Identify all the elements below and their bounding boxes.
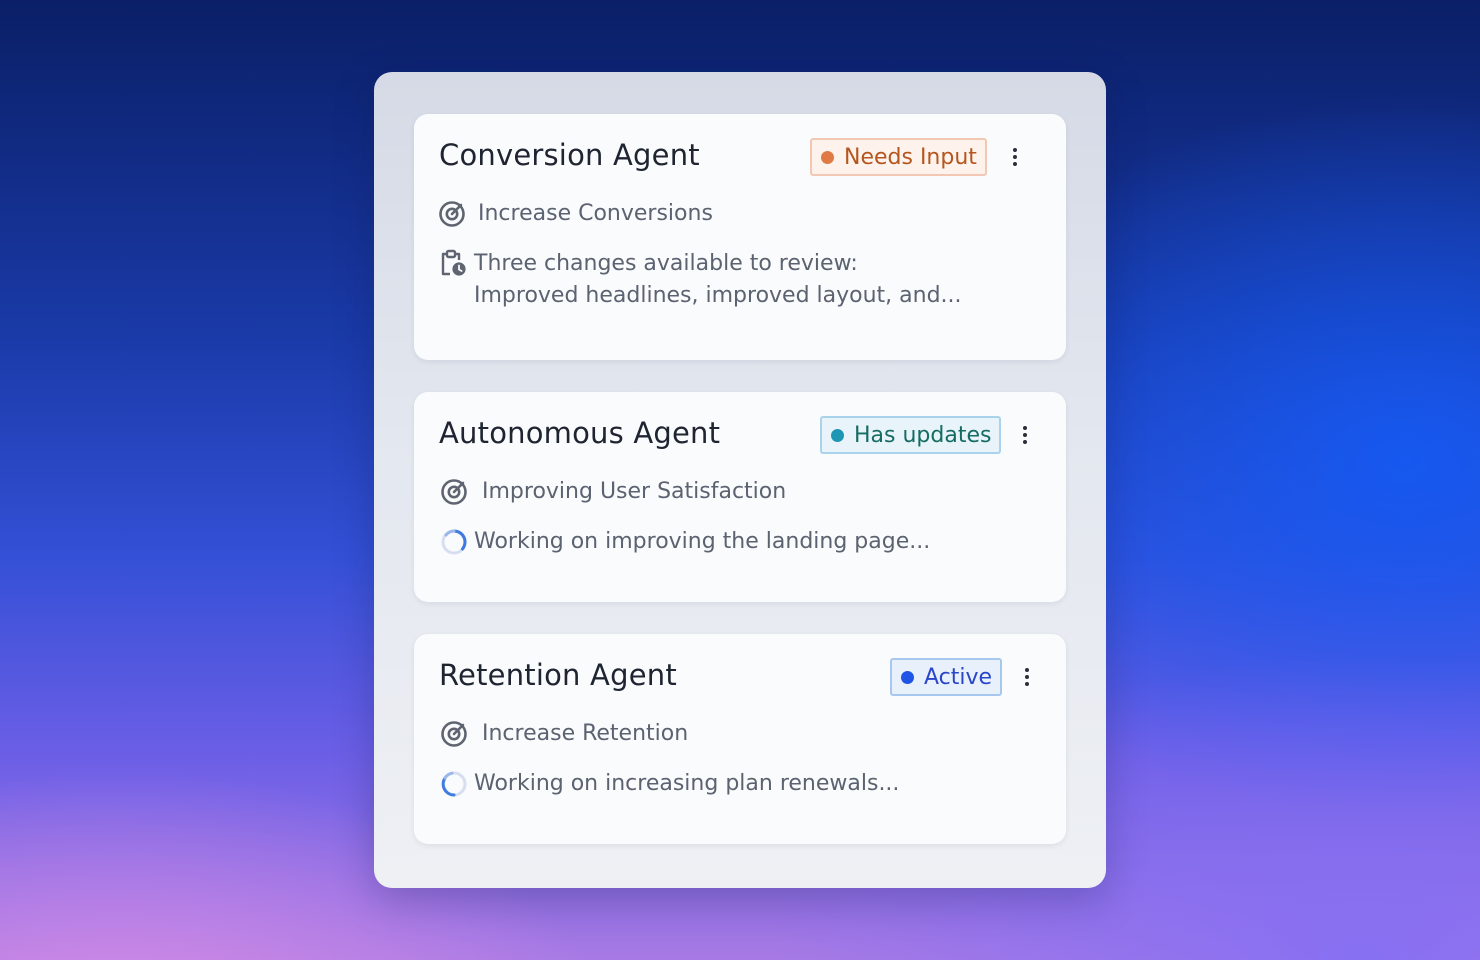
agent-activity: Three changes available to review: Impro… [438,248,962,312]
status-label: Has updates [854,422,992,448]
loading-spinner-icon [441,771,467,797]
loading-spinner-icon [441,529,467,555]
agent-name: Autonomous Agent [439,416,721,450]
goal-text: Improving User Satisfaction [482,479,787,504]
activity-line-1: Working on increasing plan renewals... [474,771,900,796]
agent-goal: Increase Retention [440,718,688,750]
agent-card-retention[interactable]: Retention Agent Active Increase Retentio… [414,634,1066,844]
target-icon [441,479,467,505]
status-dot [831,428,844,442]
agent-name: Retention Agent [439,658,677,692]
status-badge-active[interactable]: Active [890,658,1003,696]
agent-activity: Working on increasing plan renewals... [440,768,899,800]
more-options-icon[interactable] [1015,664,1039,690]
agent-activity: Working on improving the landing page... [440,526,930,558]
activity-line-2: Improved headlines, improved layout, and… [474,283,962,308]
agent-card-conversion[interactable]: Conversion Agent Needs Input Increase Co… [414,114,1066,360]
status-badge-has-updates[interactable]: Has updates [820,416,1002,454]
agent-goal: Increase Conversions [438,198,713,230]
status-label: Needs Input [844,144,977,170]
target-icon [439,201,465,227]
status-dot [821,150,834,164]
more-options-icon[interactable] [1003,144,1027,170]
more-options-icon[interactable] [1013,422,1037,448]
activity-line-1: Working on improving the landing page... [474,529,931,554]
agents-panel: Conversion Agent Needs Input Increase Co… [374,72,1106,888]
target-icon [441,721,467,747]
goal-text: Increase Conversions [478,201,713,226]
status-dot [901,670,914,684]
activity-line-1: Three changes available to review: [474,251,858,276]
goal-text: Increase Retention [482,721,689,746]
agent-goal: Improving User Satisfaction [440,476,786,508]
agent-name: Conversion Agent [439,138,700,172]
status-label: Active [924,664,993,690]
status-badge-needs-input[interactable]: Needs Input [810,138,987,176]
agent-card-autonomous[interactable]: Autonomous Agent Has updates Improving U… [414,392,1066,602]
clipboard-clock-icon [441,249,466,276]
